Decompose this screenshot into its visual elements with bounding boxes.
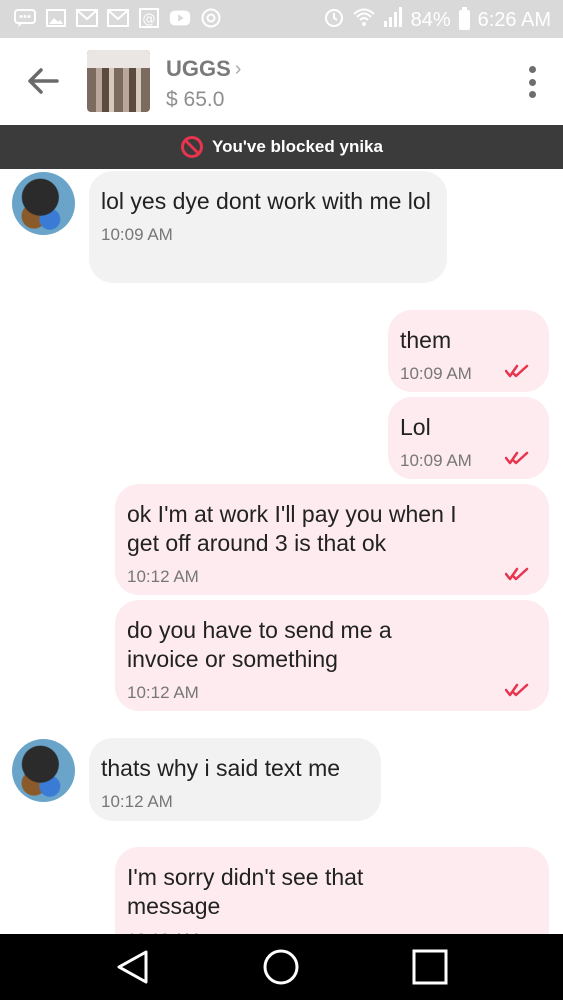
message-bubble-outgoing[interactable]: Lol 10:09 AM — [388, 397, 549, 479]
item-price: $ 65.0 — [166, 88, 225, 111]
message-text: Lol — [400, 414, 431, 440]
message-bubble-outgoing[interactable]: ok I'm at work I'll pay you when I get o… — [115, 484, 549, 595]
message-time: 10:12 AM — [127, 925, 537, 934]
back-button[interactable] — [26, 66, 60, 96]
message-icon — [14, 8, 36, 28]
back-nav-icon[interactable] — [113, 947, 153, 987]
battery-percent: 84% — [410, 8, 451, 31]
avatar[interactable] — [12, 172, 75, 235]
message-text: ok I'm at work I'll pay you when I get o… — [127, 501, 457, 556]
blocked-text: You've blocked ynika — [212, 137, 383, 156]
avatar[interactable] — [12, 739, 75, 802]
message-text: do you have to send me a invoice or some… — [127, 617, 392, 672]
clock: 6:26 AM — [477, 8, 551, 31]
read-receipt-icon — [505, 364, 529, 378]
youtube-icon — [169, 8, 191, 28]
read-receipt-icon — [505, 683, 529, 697]
item-title: UGGS — [166, 56, 231, 81]
email-icon: @ — [138, 8, 160, 28]
item-thumbnail[interactable] — [87, 50, 150, 112]
message-bubble-incoming[interactable]: lol yes dye dont work with me lol 10:09 … — [89, 171, 447, 283]
message-time: 10:09 AM — [101, 225, 173, 244]
message-text: thats why i said text me — [101, 755, 341, 781]
message-bubble-outgoing[interactable]: do you have to send me a invoice or some… — [115, 600, 549, 711]
menu-dot — [528, 66, 536, 73]
menu-dot — [528, 91, 536, 98]
notification-icons: @ — [14, 8, 222, 28]
battery-icon — [458, 7, 470, 30]
gallery-icon — [45, 8, 67, 28]
message-text: them — [400, 327, 452, 353]
back-arrow-icon — [28, 68, 59, 94]
navigation-bar — [0, 934, 563, 1000]
wifi-icon — [352, 7, 375, 33]
message-text: I'm sorry didn't see that message — [127, 864, 364, 919]
menu-dot — [528, 78, 536, 86]
message-text: lol yes dye dont work with me lol — [101, 188, 431, 214]
message-bubble-outgoing[interactable]: I'm sorry didn't see that message 10:12 … — [115, 847, 549, 934]
home-icon[interactable] — [261, 947, 301, 987]
chrome-icon — [200, 8, 222, 28]
message-bubble-outgoing[interactable]: them 10:09 AM — [388, 310, 549, 392]
message-list[interactable]: lol yes dye dont work with me lol 10:09 … — [0, 169, 563, 934]
chevron-right-icon: › — [234, 57, 242, 80]
read-receipt-icon — [505, 567, 529, 581]
item-title-link[interactable]: UGGS › — [166, 56, 241, 82]
overflow-menu-button[interactable] — [527, 66, 537, 98]
status-bar: @ 84% 6:26 AM — [0, 0, 563, 38]
message-time: 10:12 AM — [127, 567, 199, 586]
signal-icon — [383, 7, 403, 33]
gmail-icon — [107, 8, 129, 28]
message-bubble-incoming[interactable]: thats why i said text me 10:12 AM — [89, 738, 381, 821]
gmail-icon — [76, 8, 98, 28]
message-time: 10:12 AM — [101, 792, 173, 811]
block-icon — [181, 136, 204, 158]
alarm-icon — [323, 6, 345, 34]
svg-text:@: @ — [143, 12, 156, 27]
recent-apps-icon[interactable] — [410, 947, 450, 987]
read-receipt-icon — [505, 451, 529, 465]
conversation-header: UGGS › $ 65.0 — [0, 38, 563, 125]
system-icons: 84% 6:26 AM — [323, 6, 551, 34]
blocked-banner[interactable]: You've blocked ynika — [0, 125, 563, 169]
message-time: 10:12 AM — [127, 683, 199, 702]
